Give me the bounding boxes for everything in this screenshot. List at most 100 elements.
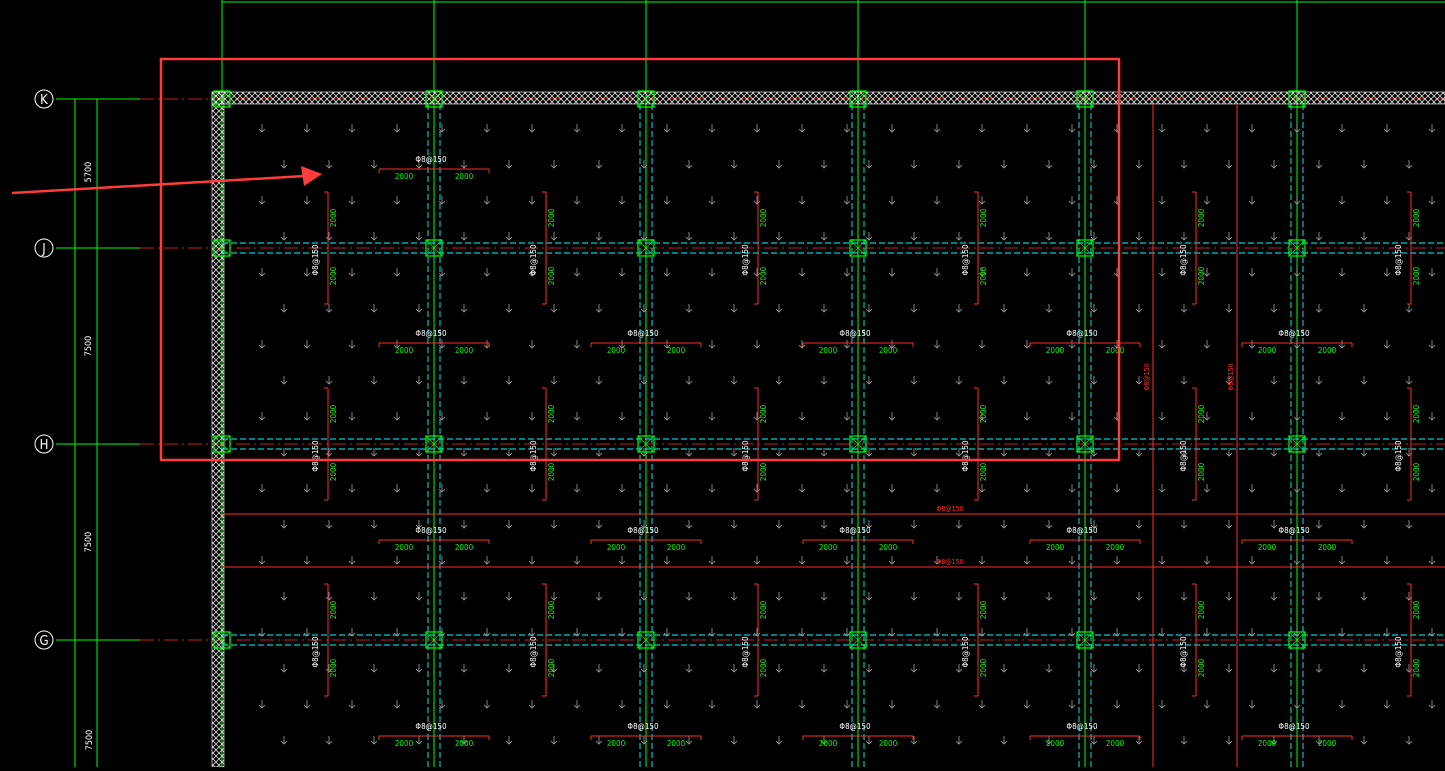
down-arrow-icon [1158, 124, 1166, 133]
down-arrow-icon [370, 232, 378, 241]
column-layer [213, 90, 1306, 649]
span-length: 2000 [1106, 346, 1125, 355]
down-arrow-icon [663, 268, 671, 277]
down-arrow-icon [1270, 304, 1278, 313]
dimension-text: 5700 [84, 162, 94, 183]
rebar-label: Φ8@150 [741, 636, 750, 668]
down-arrow-icon [573, 268, 581, 277]
cad-drawing[interactable]: 5700750075007500 Φ8@1502000 2000Φ8@150200… [0, 0, 1445, 768]
down-arrow-icon [505, 736, 513, 745]
down-arrow-icon [460, 664, 468, 673]
down-arrow-icon [1180, 736, 1188, 745]
down-arrow-icon [595, 520, 603, 529]
down-arrow-icon [910, 520, 918, 529]
down-arrow-icon [1383, 412, 1391, 421]
down-arrow-icon [1270, 160, 1278, 169]
down-arrow-icon [483, 700, 491, 709]
down-arrow-icon [325, 160, 333, 169]
down-arrow-icon [325, 376, 333, 385]
span-length: 2000 [879, 739, 898, 748]
down-arrow-icon [1090, 376, 1098, 385]
rebar-label: Φ8@150 [839, 722, 871, 731]
down-arrow-icon [1293, 124, 1301, 133]
span-length: 2000 [455, 543, 474, 552]
down-arrow-icon [1293, 700, 1301, 709]
rebar-label: Φ8@150 [1179, 440, 1188, 472]
down-arrow-icon [1000, 736, 1008, 745]
down-arrow-icon [1158, 340, 1166, 349]
down-arrow-icon [550, 376, 558, 385]
down-arrow-icon [573, 340, 581, 349]
down-arrow-icon [730, 736, 738, 745]
down-arrow-icon [1405, 160, 1413, 169]
rebar-label: Φ8@150 [1179, 244, 1188, 276]
down-arrow-icon [1090, 304, 1098, 313]
down-arrow-icon [910, 664, 918, 673]
down-arrow-icon [933, 268, 941, 277]
span-length: 2000 [547, 658, 556, 677]
down-arrow-icon [1135, 376, 1143, 385]
dimension-text: 7500 [84, 336, 94, 357]
down-arrow-icon [1180, 232, 1188, 241]
span-length: 2000 [1258, 739, 1277, 748]
rebar-label: Φ8@150 [839, 329, 871, 338]
down-arrow-icon [348, 196, 356, 205]
down-arrow-icon [1225, 304, 1233, 313]
down-arrow-icon [1405, 520, 1413, 529]
axis-label: K [40, 93, 48, 108]
down-arrow-icon [1090, 592, 1098, 601]
down-arrow-icon [460, 160, 468, 169]
span-length: 2000 [979, 404, 988, 423]
down-arrow-icon [1068, 268, 1076, 277]
down-arrow-icon [1135, 736, 1143, 745]
down-arrow-icon [798, 268, 806, 277]
span-length: 2000 [759, 658, 768, 677]
down-arrow-icon [843, 700, 851, 709]
down-arrow-icon [483, 124, 491, 133]
span-length: 2000 [819, 346, 838, 355]
down-arrow-icon [1315, 232, 1323, 241]
rebar-label: Φ8@150 [311, 636, 320, 668]
down-arrow-icon [955, 376, 963, 385]
down-arrow-icon [1203, 124, 1211, 133]
down-arrow-icon [775, 376, 783, 385]
down-arrow-icon [573, 412, 581, 421]
down-arrow-icon [753, 340, 761, 349]
down-arrow-icon [933, 124, 941, 133]
down-arrow-icon [550, 160, 558, 169]
rebar-label: Φ8@150 [1066, 329, 1098, 338]
down-arrow-icon [865, 664, 873, 673]
down-arrow-icon [1135, 232, 1143, 241]
down-arrow-icon [303, 340, 311, 349]
span-length: 2000 [547, 404, 556, 423]
down-arrow-icon [1000, 592, 1008, 601]
down-arrow-icon [708, 196, 716, 205]
down-arrow-icon [1090, 664, 1098, 673]
down-arrow-icon [663, 412, 671, 421]
down-arrow-icon [1248, 124, 1256, 133]
down-arrow-icon [1338, 268, 1346, 277]
down-arrow-icon [573, 484, 581, 493]
down-arrow-icon [775, 232, 783, 241]
down-arrow-icon [370, 592, 378, 601]
span-length: 2000 [547, 266, 556, 285]
down-arrow-icon [1293, 484, 1301, 493]
down-arrow-icon [933, 412, 941, 421]
down-arrow-icon [685, 664, 693, 673]
down-arrow-icon [1203, 556, 1211, 565]
cad-viewport[interactable]: 5700 7500 7500 7500 Φ8@150 2000 2000 Φ8@150 200… [0, 0, 1445, 768]
span-length: 2000 [979, 462, 988, 481]
span-length: 2000 [329, 462, 338, 481]
down-arrow-icon [325, 520, 333, 529]
down-arrow-icon [1360, 592, 1368, 601]
down-arrow-icon [730, 376, 738, 385]
down-arrow-icon [1338, 196, 1346, 205]
rebar-label: Φ8@150 [1066, 722, 1098, 731]
down-arrow-icon [730, 664, 738, 673]
down-arrow-icon [910, 592, 918, 601]
down-arrow-icon [280, 232, 288, 241]
axis-label: H [40, 438, 49, 453]
down-arrow-icon [955, 304, 963, 313]
vertical-rebar-callout: Φ8@150 2000 2000 [741, 191, 768, 305]
down-arrow-icon [1113, 700, 1121, 709]
